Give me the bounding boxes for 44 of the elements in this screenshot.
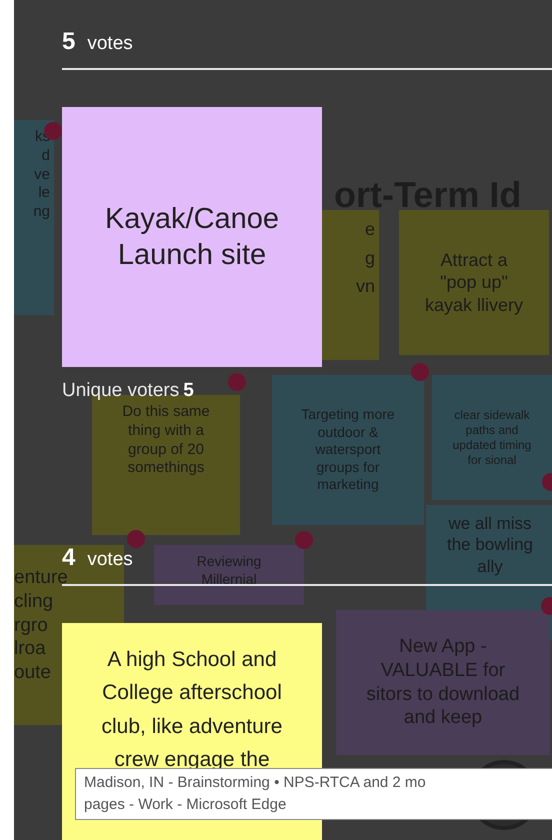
tooltip-text: Madison, IN - Brainstorming • NPS-RTCA and 2 mo: [84, 773, 427, 793]
votes-label: votes: [87, 548, 133, 572]
tooltip-text: pages - Work - Microsoft Edge: [84, 794, 288, 815]
note-text: thing with a: [127, 422, 205, 440]
note-text: cling: [14, 590, 54, 614]
note-text: Do this same: [121, 403, 211, 422]
note-text: lroa: [14, 637, 46, 661]
note-text: groups for: [315, 458, 381, 476]
note-text: Attract a: [439, 248, 509, 272]
card-text: Kayak/Canoe Launch site: [104, 202, 280, 273]
unique-voters-label: Unique voters: [62, 379, 180, 403]
note-text: le: [38, 184, 50, 203]
unique-voters-count: 5: [183, 379, 194, 403]
note-text: g: [364, 246, 375, 269]
note-text: d: [42, 146, 50, 166]
note-text: the bowling: [446, 534, 534, 556]
note-text: sitors to download: [365, 682, 521, 706]
note-text: ally: [476, 556, 504, 577]
note-text: New App -: [398, 635, 488, 659]
note-text: somethings: [126, 459, 206, 478]
vote-count: 5: [62, 27, 76, 57]
note-text: ve: [34, 166, 50, 184]
note-text: VALUABLE for: [380, 658, 506, 682]
note-text: Millernial: [200, 570, 258, 588]
note-text: outdoor &: [316, 424, 380, 442]
note-text: paths and: [464, 422, 520, 438]
note-text: group of 20: [127, 440, 205, 460]
note-text: oute: [14, 661, 51, 685]
note-text: clear sidewalk: [453, 408, 531, 422]
votes-label: votes: [87, 32, 133, 56]
note-text: watersport: [314, 441, 382, 459]
note-text: vn: [356, 275, 375, 298]
note-text: we all miss: [447, 513, 533, 534]
note-text: for sional: [466, 452, 518, 468]
note-text: e: [364, 218, 375, 240]
note-text: "pop up": [439, 271, 509, 294]
note-text: kayak llivery: [424, 294, 524, 316]
note-text: marketing: [316, 476, 380, 494]
note-text: Reviewing: [196, 553, 262, 570]
note-text: updated timing: [452, 438, 532, 452]
note-text: rgro: [14, 614, 48, 638]
note-text: Targeting more: [300, 406, 396, 424]
note-text: ng: [33, 203, 50, 222]
note-text: and keep: [402, 706, 484, 730]
